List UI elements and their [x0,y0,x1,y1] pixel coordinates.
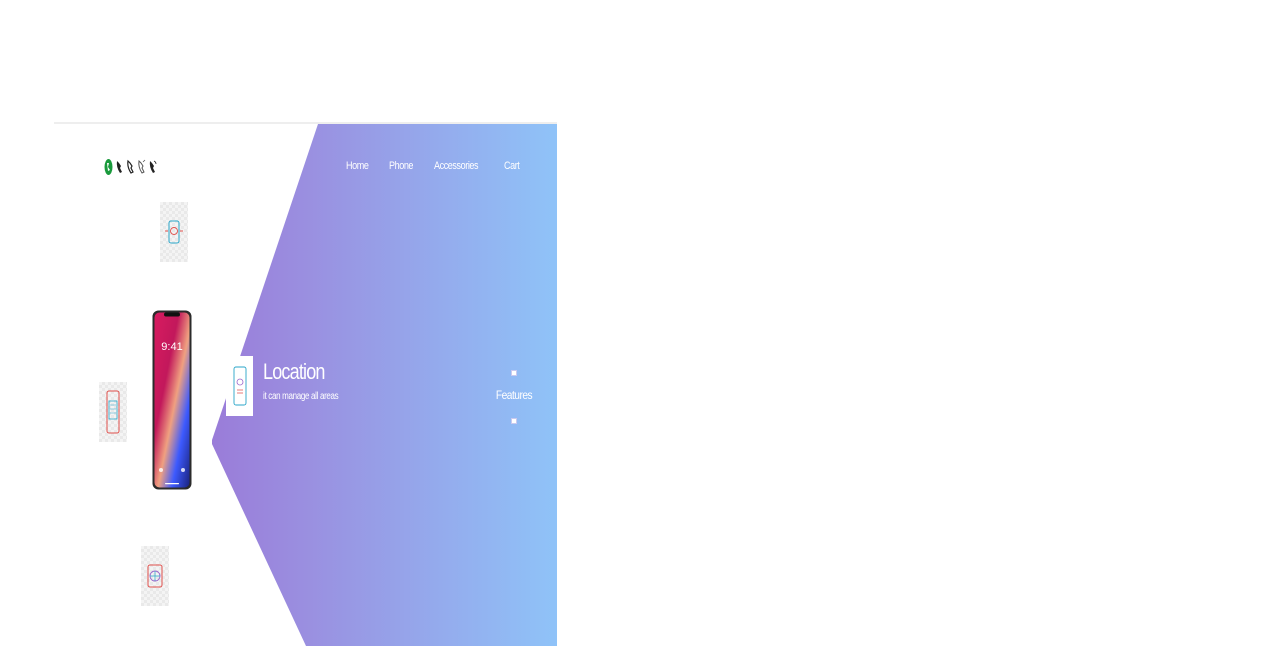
feature-icon-left[interactable] [99,382,127,442]
features-control: Features [490,370,538,424]
svg-text:9:41: 9:41 [161,341,182,353]
location-phone-icon [165,220,183,244]
landing-page: Home Phone Accessories Cart 9:41 Locatio… [54,122,557,646]
location-thumbnail [226,356,253,416]
main-nav: Home Phone Accessories Cart [346,160,523,172]
features-label: Features [495,388,533,402]
feature-icon-top[interactable] [160,202,188,262]
hero-subtitle: it can manage all areas [263,391,339,402]
green-phone-icon [104,159,113,175]
phone-handset-icon [149,160,157,173]
site-logo[interactable] [104,158,157,176]
nav-cart-link[interactable]: Cart [504,160,520,172]
location-phone-icon [233,366,246,406]
nav-phone-link[interactable]: Phone [389,160,413,172]
features-next-button[interactable] [511,418,517,424]
location-feature-card: Location it can manage all areas [226,356,357,416]
nav-home-link[interactable]: Home [346,160,369,172]
location-text-block: Location it can manage all areas [263,356,357,402]
hero-title: Location [263,359,325,384]
nav-accessories-link[interactable]: Accessories [434,160,479,172]
phone-handset-icon [127,159,134,174]
feature-icon-bottom[interactable] [141,546,169,606]
smartphone-product-image: 9:41 [152,310,192,490]
phone-handset-icon [116,161,122,173]
globe-phone-icon [147,564,163,588]
phone-handset-icon [138,159,146,174]
tablet-screen-icon [106,390,120,434]
features-prev-button[interactable] [511,370,517,376]
